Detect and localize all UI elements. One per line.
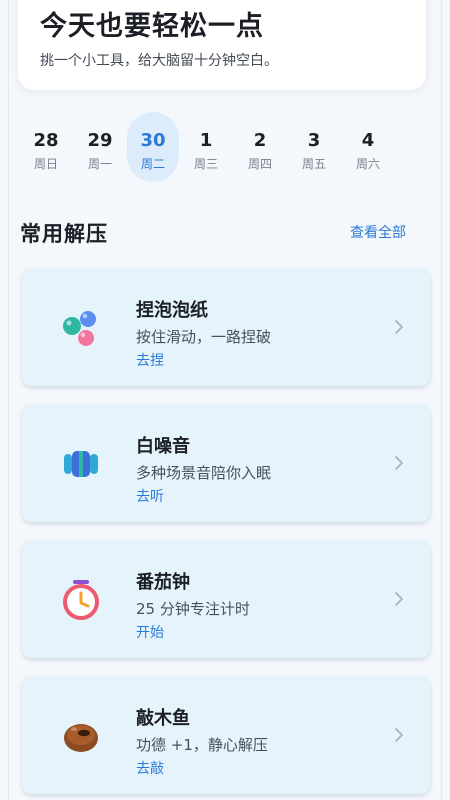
greeting-subtitle: 挑一个小工具，给大脑留十分钟空白。 [40, 53, 278, 69]
card-title: 番茄钟 [136, 572, 190, 593]
date-28[interactable]: 28 周日 [20, 112, 72, 182]
date-number: 3 [307, 130, 321, 151]
date-number: 29 [87, 130, 113, 151]
card-action-link[interactable]: 去捏 [136, 350, 164, 370]
date-weekday: 周四 [247, 157, 272, 171]
card-description: 按住滑动，一路捏破 [136, 328, 272, 346]
tool-card-pomodoro[interactable]: 番茄钟 25 分钟专注计时 开始 [22, 540, 430, 658]
card-action-link[interactable]: 去敲 [136, 758, 164, 778]
date-number: 4 [361, 130, 375, 151]
date-3[interactable]: 3 周五 [288, 112, 340, 182]
date-1[interactable]: 1 周三 [180, 112, 232, 182]
date-weekday: 周日 [33, 157, 58, 171]
frame-edge-right [441, 0, 442, 800]
date-29[interactable]: 29 周一 [74, 112, 126, 182]
card-title: 捏泡泡纸 [136, 300, 208, 321]
timer-icon [63, 580, 99, 620]
tool-card-white-noise[interactable]: 白噪音 多种场景音陪你入眠 去听 [22, 404, 430, 522]
chevron-right-icon [395, 456, 403, 470]
date-number: 30 [140, 130, 166, 151]
date-weekday: 周三 [193, 157, 218, 171]
card-description: 功德 +1，静心解压 [136, 736, 268, 754]
date-number: 28 [33, 130, 59, 151]
date-weekday: 周六 [355, 157, 380, 171]
tool-card-wooden-fish[interactable]: 敲木鱼 功德 +1，静心解压 去敲 [22, 676, 430, 794]
card-description: 25 分钟专注计时 [136, 600, 250, 618]
wooden-fish-icon [64, 724, 98, 752]
date-strip: 28 周日 29 周一 30 周二 1 周三 2 周四 3 周五 4 周六 [20, 112, 400, 182]
chevron-right-icon [395, 320, 403, 334]
bubbles-icon [63, 311, 96, 346]
view-all-link[interactable]: 查看全部 [350, 222, 406, 242]
date-number: 2 [253, 130, 267, 151]
card-action-link[interactable]: 开始 [136, 622, 164, 642]
date-weekday: 周五 [301, 157, 326, 171]
date-30-selected[interactable]: 30 周二 [127, 112, 179, 182]
tool-card-bubble-wrap[interactable]: 捏泡泡纸 按住滑动，一路捏破 去捏 [22, 268, 430, 386]
date-number: 1 [199, 130, 213, 151]
frame-edge-left [8, 0, 9, 800]
date-4[interactable]: 4 周六 [342, 112, 394, 182]
date-weekday: 周二 [140, 157, 165, 171]
greeting-title: 今天也要轻松一点 [40, 11, 264, 42]
headphones-icon [64, 451, 98, 477]
date-weekday: 周一 [87, 157, 112, 171]
card-action-link[interactable]: 去听 [136, 486, 164, 506]
card-description: 多种场景音陪你入眠 [136, 464, 272, 482]
card-title: 敲木鱼 [136, 708, 190, 729]
card-title: 白噪音 [136, 436, 190, 457]
chevron-right-icon [395, 592, 403, 606]
date-2[interactable]: 2 周四 [234, 112, 286, 182]
section-title: 常用解压 [20, 222, 108, 246]
chevron-right-icon [395, 728, 403, 742]
greeting-card: 今天也要轻松一点 挑一个小工具，给大脑留十分钟空白。 [18, 0, 426, 90]
